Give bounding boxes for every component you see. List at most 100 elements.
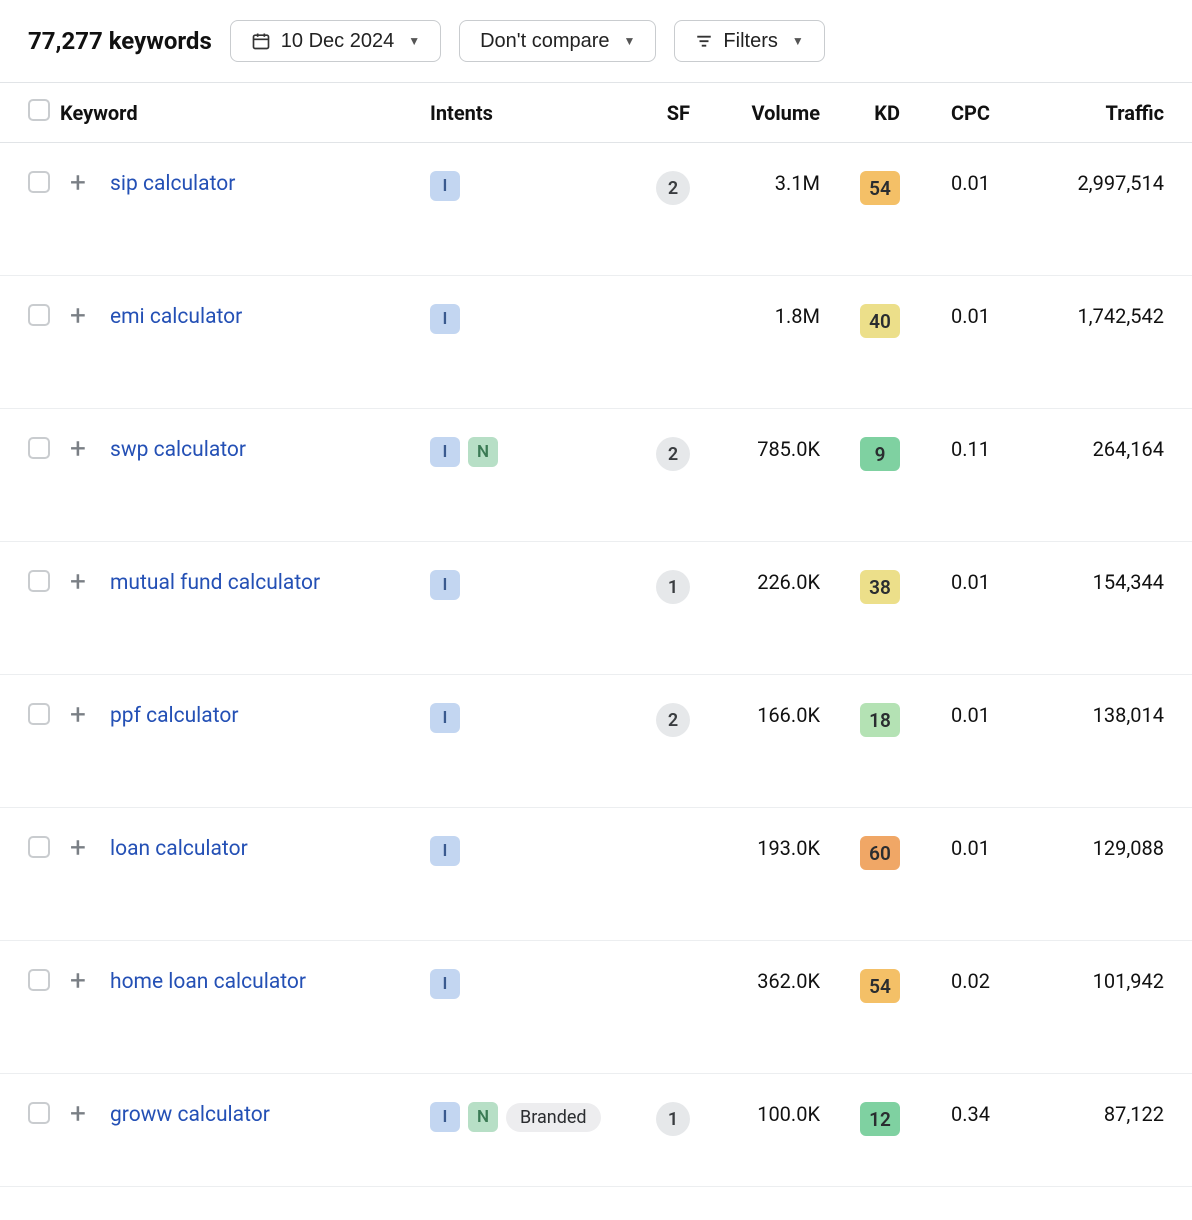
sf-badge: 2 [656,171,690,205]
traffic-cell: 138,014 [1000,675,1192,808]
keyword-link[interactable]: swp calculator [110,438,246,462]
col-volume[interactable]: Volume [700,83,830,143]
intent-badges: I [430,969,620,999]
expand-icon[interactable]: + [70,1106,86,1123]
traffic-cell: 264,164 [1000,409,1192,542]
sf-badge: 1 [656,570,690,604]
kd-badge: 40 [860,304,900,338]
toolbar: 77,277 keywords 10 Dec 2024 ▼ Don't comp… [0,0,1192,82]
intent-badges: I [430,171,620,201]
cpc-cell: 0.01 [910,808,1000,941]
col-cpc[interactable]: CPC [910,83,1000,143]
row-checkbox[interactable] [28,171,50,193]
traffic-cell: 129,088 [1000,808,1192,941]
volume-cell: 226.0K [700,542,830,675]
volume-cell: 362.0K [700,941,830,1074]
traffic-cell: 154,344 [1000,542,1192,675]
compare-button[interactable]: Don't compare ▼ [459,20,656,62]
filters-button[interactable]: Filters ▼ [674,20,824,62]
keyword-link[interactable]: loan calculator [110,837,248,861]
traffic-cell: 1,742,542 [1000,276,1192,409]
intent-badges: I [430,570,620,600]
expand-icon[interactable]: + [70,175,86,192]
cpc-cell: 0.01 [910,143,1000,276]
cpc-cell: 0.01 [910,542,1000,675]
intent-badge: I [430,570,460,600]
expand-icon[interactable]: + [70,574,86,591]
intent-badges: I [430,836,620,866]
sf-badge: 1 [656,1102,690,1136]
traffic-cell: 87,122 [1000,1074,1192,1187]
keyword-link[interactable]: sip calculator [110,172,235,196]
sf-badge: 2 [656,437,690,471]
table-row: +groww calculatorINBranded1100.0K120.348… [0,1074,1192,1187]
keyword-link[interactable]: mutual fund calculator [110,571,320,595]
table-row: + mutual fund calculator I 1 226.0K 38 0.01154… [0,542,1192,675]
volume-cell: 193.0K [700,808,830,941]
col-intents[interactable]: Intents [420,83,630,143]
cpc-cell: 0.34 [910,1074,1000,1187]
intent-badge: I [430,969,460,999]
cpc-cell: 0.01 [910,276,1000,409]
row-checkbox[interactable] [28,570,50,592]
row-checkbox[interactable] [28,969,50,991]
col-traffic[interactable]: Traffic [1000,83,1192,143]
keyword-link[interactable]: ppf calculator [110,704,238,728]
volume-cell: 166.0K [700,675,830,808]
kd-badge: 9 [860,437,900,471]
row-checkbox[interactable] [28,836,50,858]
kd-badge: 18 [860,703,900,737]
intent-badge: I [430,703,460,733]
intent-badge: I [430,1102,460,1132]
kd-badge: 38 [860,570,900,604]
cpc-cell: 0.11 [910,409,1000,542]
table-row: + home loan calculator I 362.0K 54 0.02101,94… [0,941,1192,1074]
expand-icon[interactable]: + [70,308,86,325]
volume-cell: 785.0K [700,409,830,542]
date-picker-button[interactable]: 10 Dec 2024 ▼ [230,20,441,62]
calendar-icon [251,31,271,51]
select-all-checkbox[interactable] [28,99,50,121]
row-checkbox[interactable] [28,304,50,326]
table-header-row: Keyword Intents SF Volume KD CPC Traffic [0,83,1192,143]
cpc-cell: 0.02 [910,941,1000,1074]
row-checkbox[interactable] [28,703,50,725]
table-row: +ppf calculatorI2166.0K180.01138,014 [0,675,1192,808]
expand-icon[interactable]: + [70,973,86,990]
sf-badge: 2 [656,703,690,737]
intent-badge: I [430,836,460,866]
intent-badges: I [430,703,620,733]
table-row: +emi calculatorI1.8M400.011,742,542 [0,276,1192,409]
kd-badge: 54 [860,171,900,205]
row-checkbox[interactable] [28,437,50,459]
chevron-down-icon: ▼ [792,35,804,47]
table-row: + loan calculator I 193.0K 60 0.01129,088 [0,808,1192,941]
col-kd[interactable]: KD [830,83,910,143]
filter-icon [695,32,713,50]
expand-icon[interactable]: + [70,840,86,857]
traffic-cell: 101,942 [1000,941,1192,1074]
keywords-table: Keyword Intents SF Volume KD CPC Traffic… [0,82,1192,1187]
compare-label: Don't compare [480,31,609,51]
table-row: +swp calculatorIN2785.0K90.11264,164 [0,409,1192,542]
kd-badge: 54 [860,969,900,1003]
intent-badge: I [430,304,460,334]
keyword-link[interactable]: home loan calculator [110,970,306,994]
intent-badges: I [430,304,620,334]
volume-cell: 3.1M [700,143,830,276]
intent-badge: I [430,171,460,201]
filters-label: Filters [723,31,777,51]
date-picker-label: 10 Dec 2024 [281,31,394,51]
keyword-link[interactable]: emi calculator [110,305,242,329]
intent-badges: INBranded [430,1102,620,1132]
keyword-link[interactable]: groww calculator [110,1103,270,1127]
intent-badge: I [430,437,460,467]
expand-icon[interactable]: + [70,707,86,724]
expand-icon[interactable]: + [70,441,86,458]
chevron-down-icon: ▼ [408,35,420,47]
volume-cell: 100.0K [700,1074,830,1187]
col-keyword[interactable]: Keyword [60,83,420,143]
kd-badge: 60 [860,836,900,870]
row-checkbox[interactable] [28,1102,50,1124]
col-sf[interactable]: SF [630,83,700,143]
